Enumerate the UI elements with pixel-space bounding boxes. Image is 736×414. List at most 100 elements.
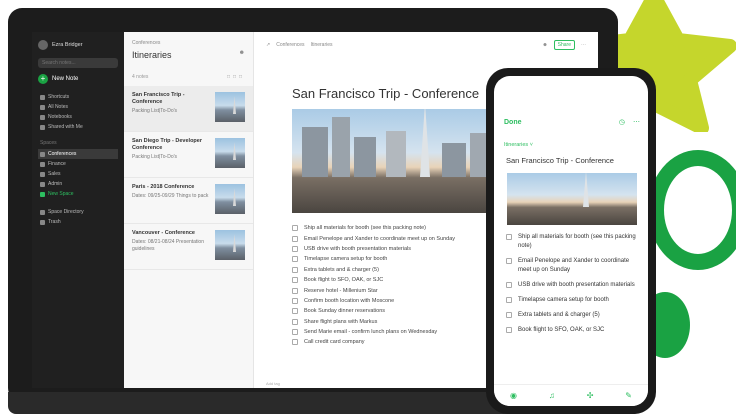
sidebar-item-notebooks[interactable]: Notebooks	[38, 112, 118, 122]
checklist-text: Share flight plans with Markus	[304, 318, 378, 325]
checkbox[interactable]	[292, 287, 298, 294]
sidebar-item-shared[interactable]: Shared with Me	[38, 122, 118, 132]
sidebar-item-finance[interactable]: Finance	[38, 159, 118, 169]
note-title: San Diego Trip - Developer Conference	[132, 138, 202, 151]
checkbox[interactable]	[292, 266, 298, 273]
space-icon	[40, 171, 45, 177]
checkbox[interactable]	[506, 258, 512, 264]
checkbox[interactable]	[292, 277, 298, 284]
checklist-text: Reserve hotel - Millenium Star	[304, 287, 378, 294]
note-card[interactable]: San Diego Trip - Developer Conference Pa…	[124, 132, 253, 178]
sidebar-item-conferences[interactable]: Conferences	[38, 149, 118, 159]
note-card[interactable]: Vancouver - Conference Dates: 08/21-08/2…	[124, 224, 253, 270]
sidebar-item-label: Trash	[48, 219, 61, 225]
note-list-header: Conferences Itineraries ☻ 4 notes □□□	[124, 40, 253, 80]
plus-icon	[40, 191, 45, 197]
checkbox[interactable]	[292, 256, 298, 263]
breadcrumb: ↗ Conferences Itineraries	[266, 42, 333, 48]
new-note-button[interactable]: + New Note	[38, 74, 118, 84]
note-card[interactable]: Paris - 2018 Conference Dates: 09/25-09/…	[124, 178, 253, 224]
editor-actions: ☻ Share ⋯	[542, 40, 586, 50]
sidebar-item-label: Sales	[48, 171, 61, 177]
checkbox[interactable]	[292, 339, 298, 346]
space-icon	[40, 151, 45, 157]
sidebar-item-trash[interactable]: Trash	[38, 217, 118, 227]
people-icon[interactable]: ☻	[542, 42, 547, 48]
checkbox[interactable]	[292, 297, 298, 304]
notebook-selector[interactable]: Itineraries ˅	[494, 126, 648, 148]
attachment-icon[interactable]: ✣	[587, 391, 594, 400]
space-icon	[40, 161, 45, 167]
checklist-text: Call credit card company	[304, 339, 365, 346]
breadcrumb-notebook[interactable]: Itineraries	[311, 42, 333, 48]
tag-field[interactable]: Add tag	[266, 381, 280, 386]
clock-icon[interactable]: ◷	[619, 118, 625, 126]
checkbox[interactable]	[506, 312, 512, 318]
sidebar-item-sales[interactable]: Sales	[38, 169, 118, 179]
more-icon[interactable]: ⋯	[581, 42, 586, 48]
checkbox[interactable]	[292, 308, 298, 315]
notebook-label: Itineraries	[504, 142, 529, 148]
note-text: Paris - 2018 Conference Dates: 09/25-09/…	[132, 184, 212, 217]
sidebar-item-space-directory[interactable]: Space Directory	[38, 207, 118, 217]
checklist-item[interactable]: Email Penelope and Xander to coordinate …	[506, 257, 638, 275]
spaces-heading: Spaces	[40, 140, 57, 146]
sidebar: Ezra Bridger + New Note Shortcuts All No…	[32, 32, 124, 388]
photo-building	[332, 117, 350, 177]
checklist-text: Extra tablets and & charger (5)	[304, 266, 379, 273]
sidebar-item-label: New Space	[48, 191, 74, 197]
sidebar-item-new-space[interactable]: New Space	[38, 189, 118, 199]
sidebar-item-all-notes[interactable]: All Notes	[38, 102, 118, 112]
sidebar-item-label: Finance	[48, 161, 66, 167]
page-title: Itineraries	[132, 50, 172, 60]
people-icon	[40, 124, 45, 130]
checkbox[interactable]	[292, 245, 298, 252]
checkbox[interactable]	[292, 235, 298, 242]
breadcrumb-space[interactable]: Conferences	[276, 42, 304, 48]
share-button[interactable]: Share	[553, 40, 575, 50]
note-thumbnail	[215, 92, 245, 122]
note-list-title-row: Itineraries ☻	[132, 50, 245, 60]
sidebar-item-label: Conferences	[48, 151, 77, 157]
microphone-icon[interactable]: ♫	[549, 391, 555, 400]
editor-toolbar: ↗ Conferences Itineraries ☻ Share ⋯	[266, 40, 586, 50]
note-snippet: Dates: 08/21-08/24 Presentation guidelin…	[132, 239, 204, 252]
checklist-text: USB drive with booth presentation materi…	[304, 245, 411, 252]
sidebar-item-label: All Notes	[48, 104, 69, 110]
pen-icon[interactable]: ✎	[625, 391, 632, 400]
camera-icon[interactable]: ◉	[510, 391, 517, 400]
checkbox[interactable]	[292, 329, 298, 336]
checklist-text: Ship all materials for booth (see this p…	[304, 225, 426, 232]
checklist-item[interactable]: Timelapse camera setup for booth	[506, 296, 638, 305]
checkbox[interactable]	[292, 318, 298, 325]
phone-toolbar-icons: ◷ ⋯	[619, 118, 640, 126]
phone-note-photo	[507, 173, 637, 225]
star-icon	[40, 94, 45, 100]
done-button[interactable]: Done	[504, 119, 522, 126]
share-people-icon[interactable]: ☻	[239, 50, 245, 60]
note-title: Paris - 2018 Conference	[132, 184, 195, 190]
checkbox[interactable]	[292, 225, 298, 232]
view-options-icon[interactable]: □□□	[227, 74, 245, 80]
photo-building	[302, 127, 328, 177]
checkbox[interactable]	[506, 282, 512, 288]
checkbox[interactable]	[506, 327, 512, 333]
checkbox[interactable]	[506, 297, 512, 303]
expand-icon[interactable]: ↗	[266, 42, 270, 48]
breadcrumb[interactable]: Conferences	[132, 40, 245, 46]
account-menu[interactable]: Ezra Bridger	[38, 40, 118, 50]
note-title: San Francisco Trip - Conference	[132, 92, 185, 105]
checklist-item[interactable]: Ship all materials for booth (see this p…	[506, 233, 638, 251]
phone-note-title[interactable]: San Francisco Trip - Conference	[494, 148, 648, 165]
checklist-item[interactable]: USB drive with booth presentation materi…	[506, 281, 638, 290]
checkbox[interactable]	[506, 234, 512, 240]
checklist-item[interactable]: Book flight to SFO, OAK, or SJC	[506, 326, 638, 335]
note-card[interactable]: San Francisco Trip - Conference Packing …	[124, 86, 253, 132]
checklist-item[interactable]: Extra tablets and & charger (5)	[506, 311, 638, 320]
note-text: Vancouver - Conference Dates: 08/21-08/2…	[132, 230, 212, 263]
sidebar-item-shortcuts[interactable]: Shortcuts	[38, 92, 118, 102]
sidebar-item-admin[interactable]: Admin	[38, 179, 118, 189]
search-input[interactable]	[38, 58, 118, 68]
checklist-text: Book flight to SFO, OAK, or SJC	[518, 327, 605, 333]
more-icon[interactable]: ⋯	[633, 118, 640, 126]
